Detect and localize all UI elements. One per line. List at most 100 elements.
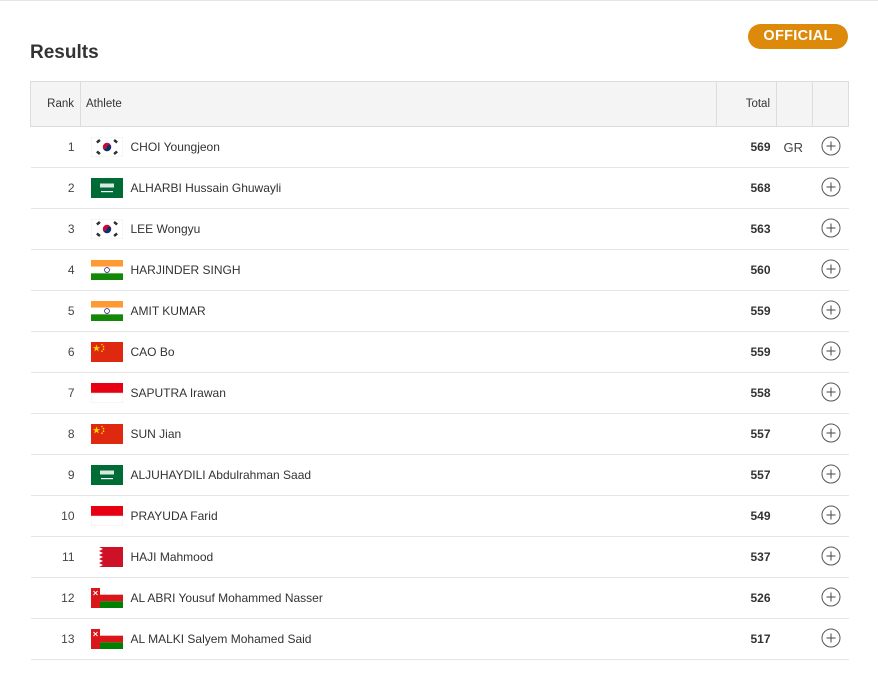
athlete-name: HAJI Mahmood [130, 550, 214, 564]
record-cell [776, 413, 813, 455]
expand-cell[interactable] [812, 495, 849, 537]
expand-plus-icon[interactable] [821, 464, 841, 484]
column-header-record [776, 81, 813, 127]
table-row: 12 AL ABRI Yousuf Mohammed Nasser 526 [30, 577, 849, 619]
athlete-cell: CHOI Youngjeon [80, 126, 717, 168]
expand-cell[interactable] [812, 167, 849, 209]
record-cell [776, 167, 813, 209]
record-cell: GR [776, 126, 813, 168]
record-cell [776, 208, 813, 250]
expand-cell[interactable] [812, 618, 849, 660]
rank-cell: 8 [30, 413, 81, 455]
total-cell: 560 [716, 249, 777, 291]
total-cell: 559 [716, 331, 777, 373]
total-cell: 563 [716, 208, 777, 250]
expand-plus-icon[interactable] [821, 136, 841, 156]
athlete-name: LEE Wongyu [130, 222, 201, 236]
athlete-cell: AMIT KUMAR [80, 290, 717, 332]
athlete-name: SAPUTRA Irawan [130, 386, 226, 400]
flag-india-icon [90, 260, 123, 280]
expand-cell[interactable] [812, 331, 849, 373]
total-cell: 549 [716, 495, 777, 537]
rank-cell: 7 [30, 372, 81, 414]
athlete-cell: CAO Bo [80, 331, 717, 373]
total-cell: 569 [716, 126, 777, 168]
rank-cell: 13 [30, 618, 81, 660]
table-row: 1 CHOI Youngjeon 569 GR [30, 126, 849, 168]
expand-plus-icon[interactable] [821, 382, 841, 402]
rank-cell: 4 [30, 249, 81, 291]
expand-plus-icon[interactable] [821, 628, 841, 648]
expand-plus-icon[interactable] [821, 546, 841, 566]
flag-indonesia-icon [90, 506, 123, 526]
total-cell: 559 [716, 290, 777, 332]
expand-plus-icon[interactable] [821, 177, 841, 197]
record-cell [776, 372, 813, 414]
athlete-cell: LEE Wongyu [80, 208, 717, 250]
record-cell [776, 495, 813, 537]
flag-saudi-arabia-icon [90, 178, 123, 198]
rank-cell: 11 [30, 536, 81, 578]
total-cell: 517 [716, 618, 777, 660]
rank-cell: 1 [30, 126, 81, 168]
athlete-name: AL MALKI Salyem Mohamed Said [130, 632, 312, 646]
athlete-name: PRAYUDA Farid [130, 509, 218, 523]
record-cell [776, 290, 813, 332]
expand-plus-icon[interactable] [821, 218, 841, 238]
athlete-cell: HAJI Mahmood [80, 536, 717, 578]
expand-cell[interactable] [812, 249, 849, 291]
column-header-total: Total [716, 81, 777, 127]
expand-plus-icon[interactable] [821, 587, 841, 607]
expand-cell[interactable] [812, 454, 849, 496]
expand-cell[interactable] [812, 577, 849, 619]
rank-cell: 12 [30, 577, 81, 619]
athlete-cell: AL MALKI Salyem Mohamed Said [80, 618, 717, 660]
expand-plus-icon[interactable] [821, 423, 841, 443]
rank-cell: 9 [30, 454, 81, 496]
record-cell [776, 331, 813, 373]
athlete-name: HARJINDER SINGH [130, 263, 241, 277]
athlete-cell: HARJINDER SINGH [80, 249, 717, 291]
flag-korea-icon [90, 137, 123, 157]
rank-cell: 6 [30, 331, 81, 373]
official-badge: OFFICIAL [748, 24, 848, 49]
expand-cell[interactable] [812, 536, 849, 578]
results-table: Rank Athlete Total 1 CHOI Youngjeon 569 GR 2… [30, 81, 849, 660]
flag-oman-icon [90, 629, 123, 649]
table-row: 13 AL MALKI Salyem Mohamed Said 517 [30, 618, 849, 660]
table-row: 5 AMIT KUMAR 559 [30, 290, 849, 332]
athlete-name: ALJUHAYDILI Abdulrahman Saad [130, 468, 312, 482]
expand-cell[interactable] [812, 208, 849, 250]
top-divider [0, 0, 878, 1]
record-cell [776, 536, 813, 578]
expand-plus-icon[interactable] [821, 505, 841, 525]
flag-saudi-arabia-icon [90, 465, 123, 485]
flag-oman-icon [90, 588, 123, 608]
rank-cell: 3 [30, 208, 81, 250]
table-row: 9 ALJUHAYDILI Abdulrahman Saad 557 [30, 454, 849, 496]
expand-plus-icon[interactable] [821, 259, 841, 279]
total-cell: 557 [716, 413, 777, 455]
expand-cell[interactable] [812, 413, 849, 455]
athlete-cell: AL ABRI Yousuf Mohammed Nasser [80, 577, 717, 619]
athlete-cell: SUN Jian [80, 413, 717, 455]
flag-india-icon [90, 301, 123, 321]
flag-indonesia-icon [90, 383, 123, 403]
flag-bahrain-icon [90, 547, 123, 567]
column-header-athlete: Athlete [80, 81, 717, 127]
athlete-name: SUN Jian [130, 427, 182, 441]
athlete-name: CAO Bo [130, 345, 175, 359]
expand-cell[interactable] [812, 372, 849, 414]
expand-plus-icon[interactable] [821, 300, 841, 320]
table-row: 8 SUN Jian 557 [30, 413, 849, 455]
expand-plus-icon[interactable] [821, 341, 841, 361]
total-cell: 537 [716, 536, 777, 578]
athlete-cell: PRAYUDA Farid [80, 495, 717, 537]
table-row: 11 HAJI Mahmood 537 [30, 536, 849, 578]
expand-cell[interactable] [812, 126, 849, 168]
expand-cell[interactable] [812, 290, 849, 332]
table-header-row: Rank Athlete Total [30, 81, 849, 127]
rank-cell: 5 [30, 290, 81, 332]
record-cell [776, 618, 813, 660]
record-cell [776, 577, 813, 619]
